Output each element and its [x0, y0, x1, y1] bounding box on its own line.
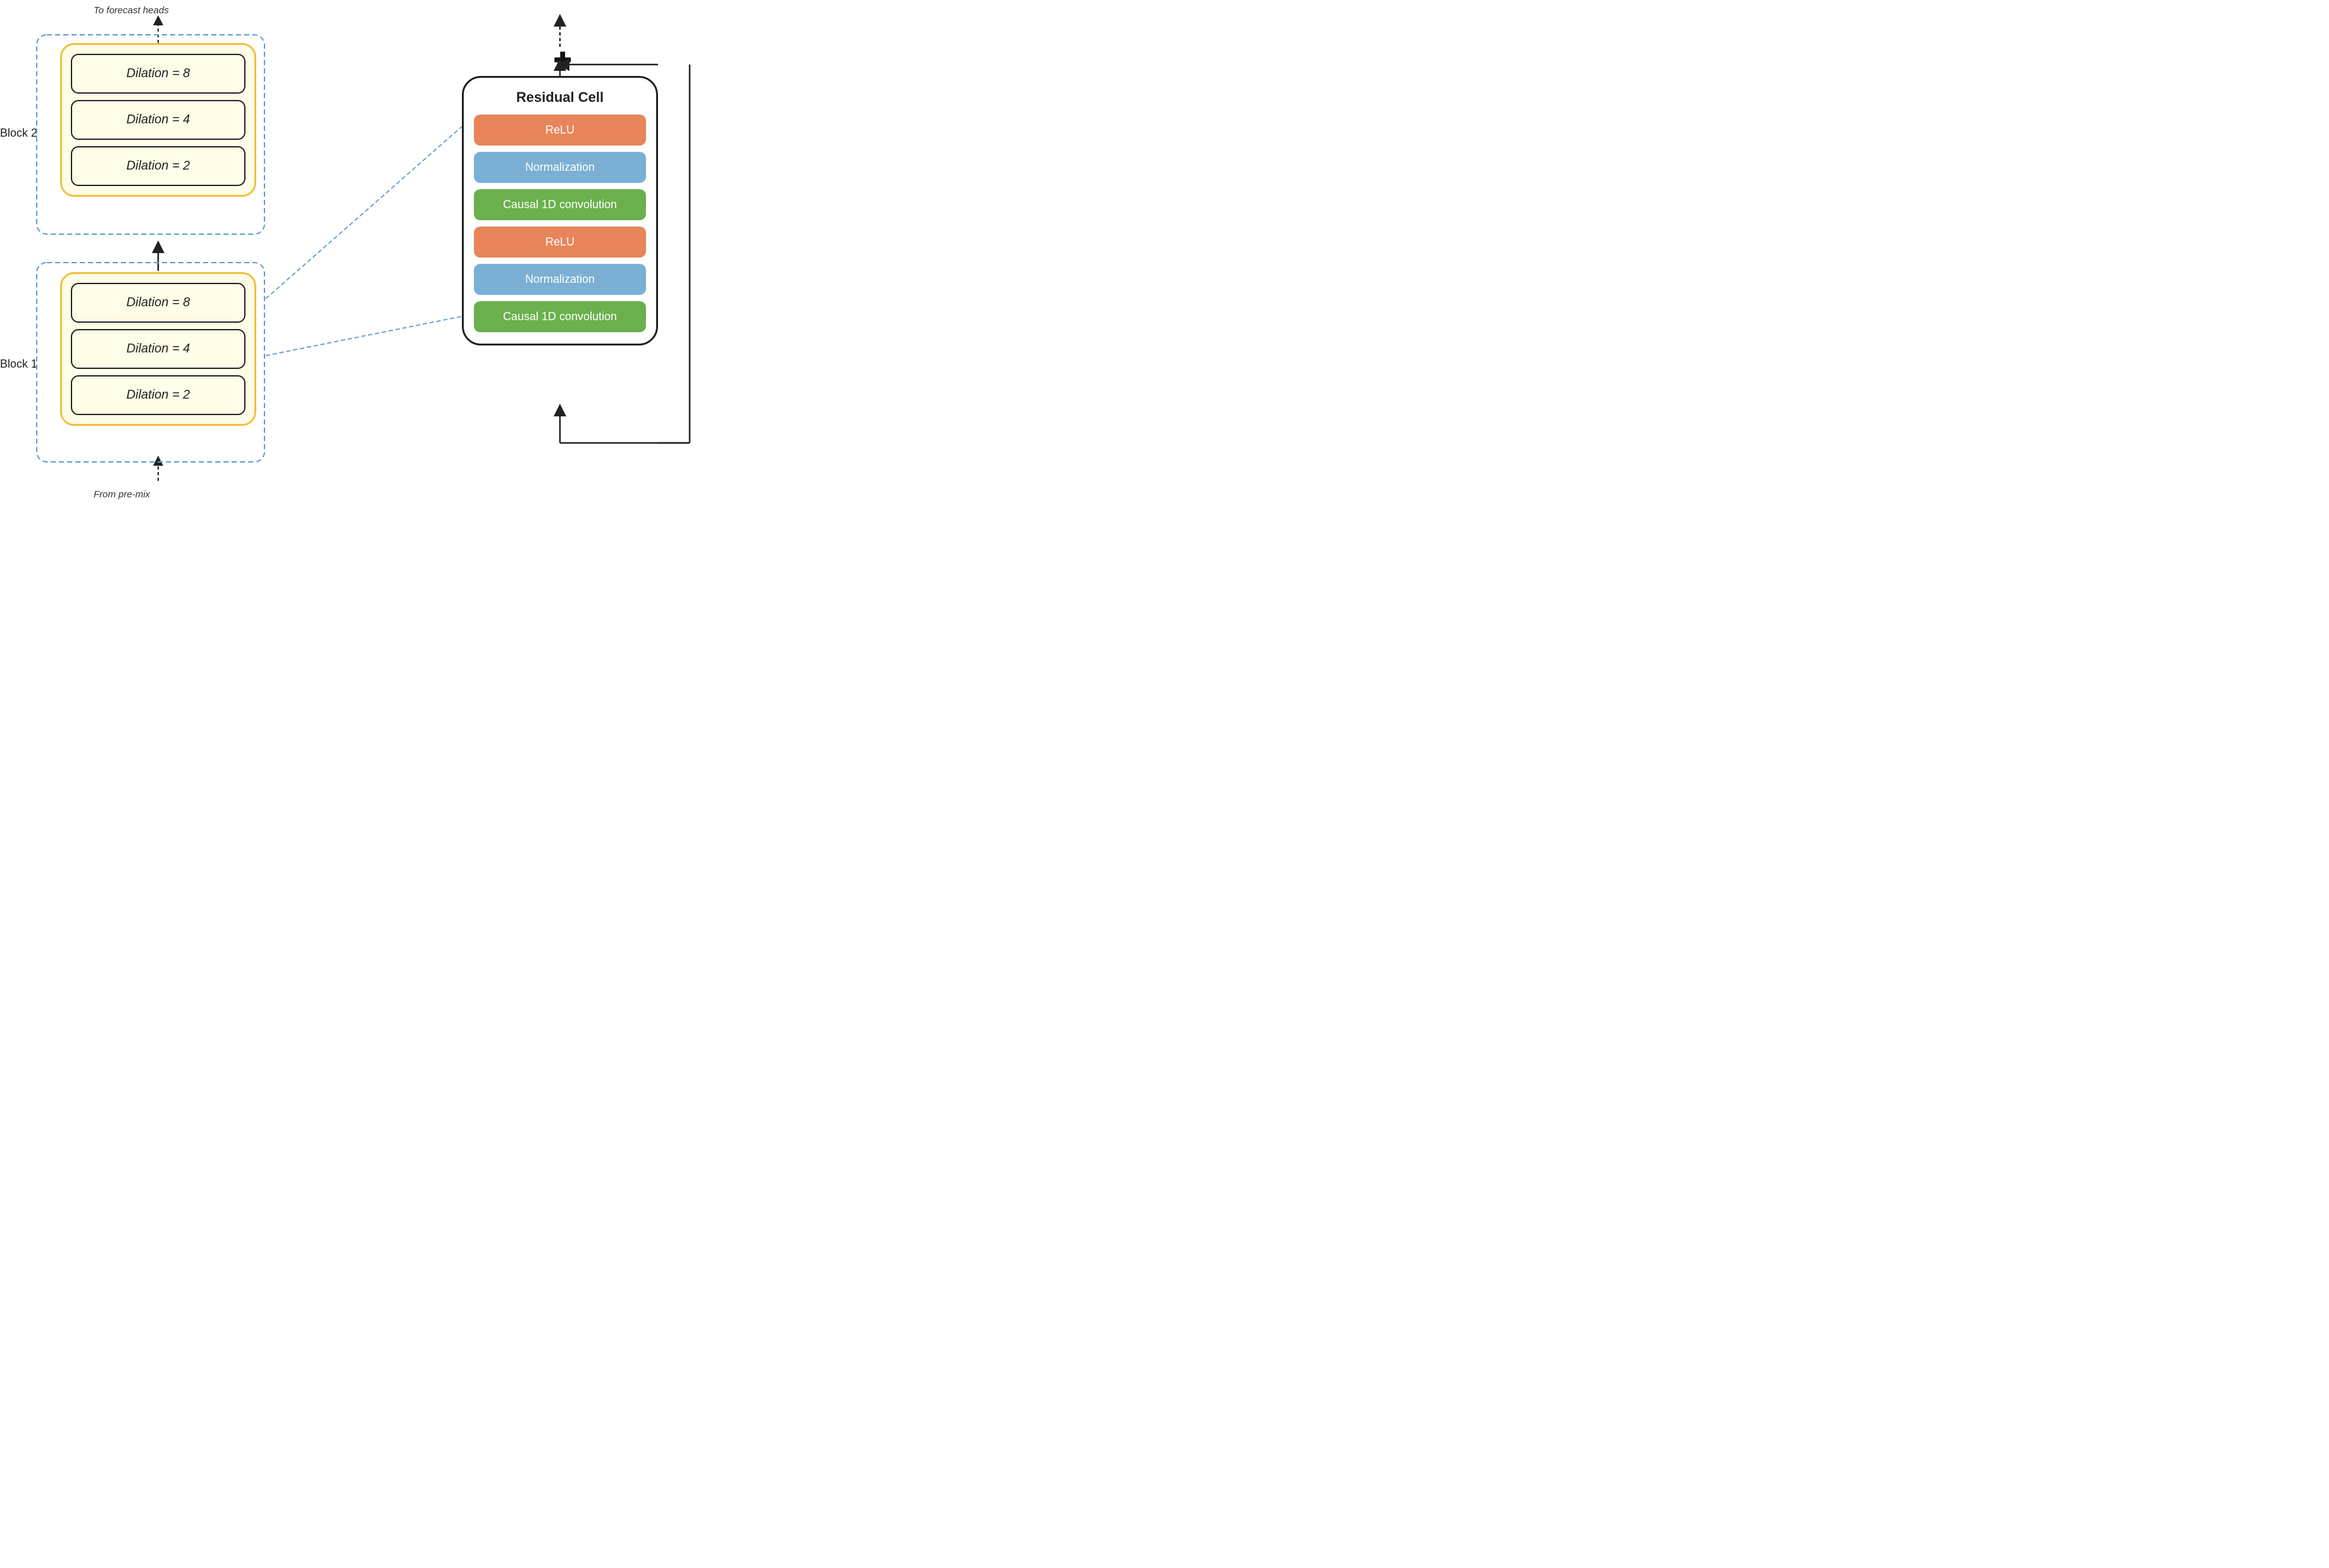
label-bottom: From pre-mix	[94, 489, 150, 500]
rc-norm1: Normalization	[474, 152, 646, 183]
block2-outer: Dilation = 8 Dilation = 4 Dilation = 2	[60, 43, 256, 197]
plus-icon: ✚	[554, 48, 572, 73]
diagram-container: To forecast heads From pre-mix Dilation …	[0, 0, 776, 523]
rc-conv2: Causal 1D convolution	[474, 301, 646, 332]
label-top: To forecast heads	[94, 5, 169, 16]
block1-dilation8: Dilation = 8	[71, 283, 245, 323]
block1-dilation4: Dilation = 4	[71, 329, 245, 369]
rc-relu2: ReLU	[474, 227, 646, 258]
rc-conv1: Causal 1D convolution	[474, 189, 646, 220]
block1-dilation2: Dilation = 2	[71, 375, 245, 415]
rc-relu1: ReLU	[474, 115, 646, 146]
block2-label: Block 2	[0, 127, 37, 140]
block1-outer: Dilation = 8 Dilation = 4 Dilation = 2	[60, 272, 256, 426]
residual-cell-title: Residual Cell	[474, 89, 646, 106]
block2-dilation4: Dilation = 4	[71, 100, 245, 140]
block2-dilation2: Dilation = 2	[71, 146, 245, 186]
residual-cell: Residual Cell ReLU Normalization Causal …	[462, 76, 658, 345]
rc-norm2: Normalization	[474, 264, 646, 295]
block2-dilation8: Dilation = 8	[71, 54, 245, 94]
block1-label: Block 1	[0, 358, 37, 371]
